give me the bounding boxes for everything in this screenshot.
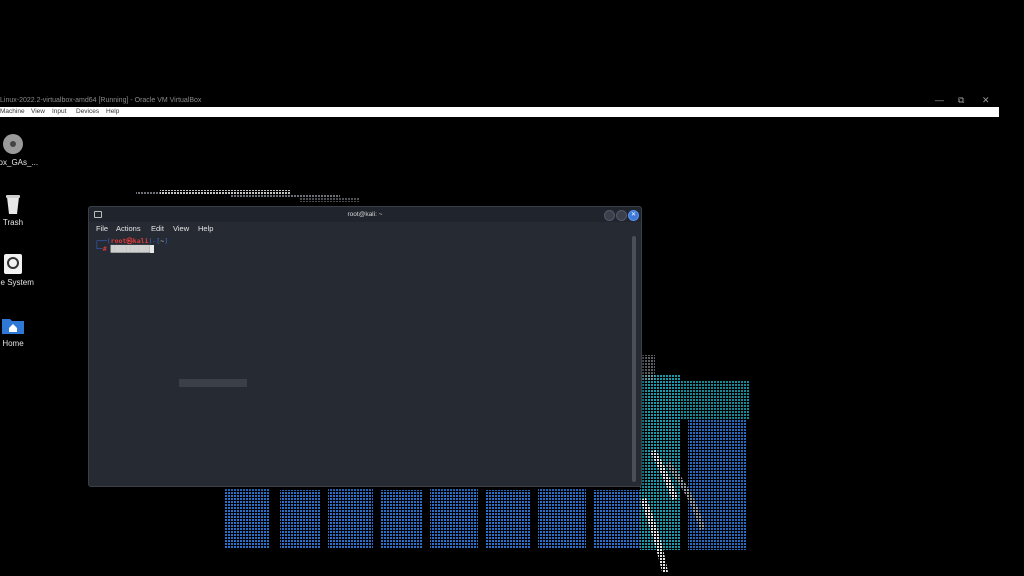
virtualbox-titlebar: Linux-2022.2-virtualbox-amd64 [Running] … — [0, 94, 1024, 107]
menu-input[interactable]: Input — [52, 107, 66, 117]
terminal-scrollbar[interactable] — [632, 236, 636, 482]
home-folder-icon — [2, 319, 24, 334]
disc-icon — [3, 134, 23, 154]
desktop-icon-label: Trash — [2, 218, 24, 227]
menu-devices[interactable]: Devices — [76, 107, 99, 117]
menu-help[interactable]: Help — [106, 107, 119, 117]
minimize-button[interactable] — [604, 210, 615, 221]
desktop-icon-label: File System — [0, 278, 34, 287]
menu-help[interactable]: Help — [198, 222, 213, 236]
desktop: Linux-2022.2-virtualbox-amd64 [Running] … — [0, 0, 1024, 576]
typed-command: ██████████ — [110, 245, 150, 253]
close-icon[interactable]: ✕ — [982, 94, 990, 107]
menu-edit[interactable]: Edit — [151, 222, 164, 236]
desktop-icon-file-system[interactable]: File System — [0, 253, 43, 287]
terminal-titlebar[interactable]: root@kali: ~ ✕ — [89, 207, 641, 222]
desktop-icon-label: VBox_GAs_... — [0, 158, 39, 167]
prompt-line-1: ┌──(root㉿kali)-[~] — [95, 237, 169, 245]
minimize-icon[interactable]: — — [935, 94, 944, 107]
terminal-window[interactable]: root@kali: ~ ✕ File Actions Edit View He… — [88, 206, 642, 487]
terminal-title: root@kali: ~ — [347, 211, 383, 218]
drive-icon — [4, 254, 22, 274]
prompt-user: root㉿kali — [110, 237, 149, 245]
desktop-icon-vbox-gas[interactable]: VBox_GAs_... — [0, 133, 43, 167]
ghost-highlight — [179, 379, 247, 387]
menu-file[interactable]: File — [96, 222, 108, 236]
desktop-icon-home[interactable]: Home — [0, 314, 43, 348]
prompt-line-2: └─# ██████████ — [95, 245, 631, 253]
text-cursor — [149, 245, 154, 253]
virtualbox-menubar: Machine View Input Devices Help — [0, 107, 999, 117]
virtualbox-window-title: Linux-2022.2-virtualbox-amd64 [Running] … — [0, 97, 202, 104]
terminal-output[interactable]: ┌──(root㉿kali)-[~] └─# ██████████ — [95, 237, 631, 481]
maximize-icon[interactable]: ⧉ — [958, 94, 964, 107]
menu-machine[interactable]: Machine — [0, 107, 25, 117]
terminal-menubar: File Actions Edit View Help — [89, 222, 641, 236]
menu-view[interactable]: View — [173, 222, 189, 236]
desktop-icon-label: Home — [2, 339, 24, 348]
trash-icon — [6, 195, 20, 214]
menu-actions[interactable]: Actions — [116, 222, 141, 236]
terminal-icon — [94, 211, 102, 218]
close-button[interactable]: ✕ — [628, 210, 639, 221]
desktop-icon-trash[interactable]: Trash — [0, 193, 43, 227]
menu-view[interactable]: View — [31, 107, 45, 117]
maximize-button[interactable] — [616, 210, 627, 221]
